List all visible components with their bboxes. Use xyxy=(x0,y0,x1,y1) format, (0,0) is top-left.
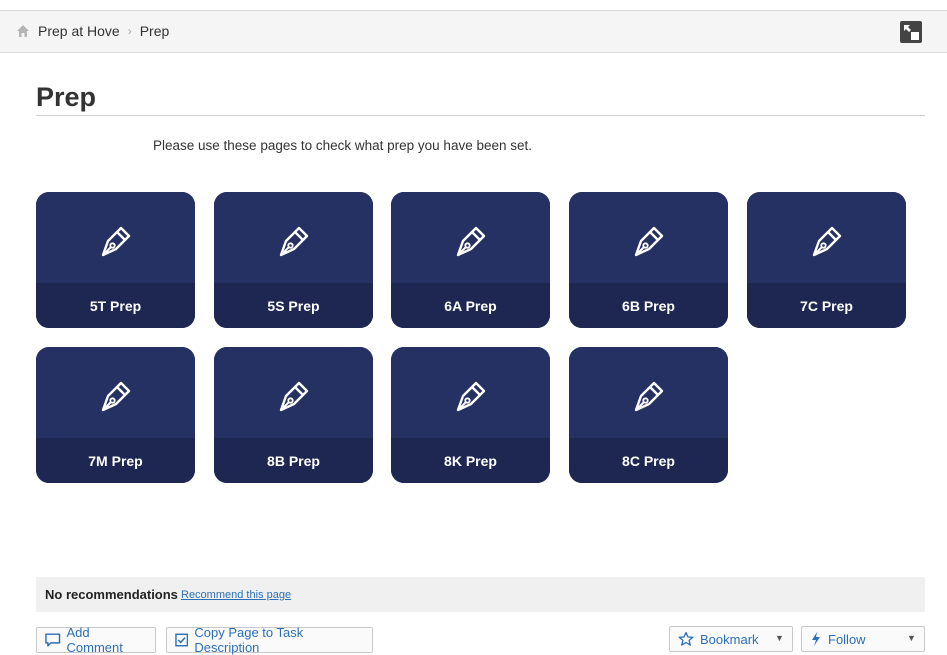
tile-7m-prep[interactable]: 7M Prep xyxy=(36,347,195,483)
tile-8c-prep[interactable]: 8C Prep xyxy=(569,347,728,483)
breadcrumb-bar: Prep at Hove › Prep xyxy=(0,11,947,53)
fountain-pen-icon xyxy=(812,226,842,257)
comment-icon xyxy=(45,633,61,647)
follow-label: Follow xyxy=(828,631,866,647)
tile-label: 6B Prep xyxy=(569,283,728,328)
fountain-pen-icon xyxy=(634,381,664,412)
fountain-pen-icon xyxy=(456,381,486,412)
tile-label: 6A Prep xyxy=(391,283,550,328)
tile-5t-prep[interactable]: 5T Prep xyxy=(36,192,195,328)
tile-label: 7M Prep xyxy=(36,438,195,483)
fountain-pen-icon xyxy=(279,381,309,412)
checkbox-icon xyxy=(175,633,189,647)
tile-8k-prep[interactable]: 8K Prep xyxy=(391,347,550,483)
add-comment-button[interactable]: Add Comment xyxy=(36,625,156,655)
tile-label: 8C Prep xyxy=(569,438,728,483)
tile-label: 5S Prep xyxy=(214,283,373,328)
bookmark-label: Bookmark xyxy=(700,631,759,647)
tile-8b-prep[interactable]: 8B Prep xyxy=(214,347,373,483)
lightning-icon xyxy=(812,632,820,646)
breadcrumb-link-prep[interactable]: Prep xyxy=(140,23,170,39)
tile-5s-prep[interactable]: 5S Prep xyxy=(214,192,373,328)
tile-label: 5T Prep xyxy=(36,283,195,328)
star-icon xyxy=(678,631,694,646)
fountain-pen-icon xyxy=(279,226,309,257)
fountain-pen-icon xyxy=(101,226,131,257)
breadcrumb-link-prep-at-hove[interactable]: Prep at Hove xyxy=(38,23,120,39)
fountain-pen-icon xyxy=(101,381,131,412)
tile-6b-prep[interactable]: 6B Prep xyxy=(569,192,728,328)
title-divider xyxy=(36,115,925,116)
fountain-pen-icon xyxy=(456,226,486,257)
tile-label: 7C Prep xyxy=(747,283,906,328)
recommendations-bar: No recommendations Recommend this page xyxy=(36,577,925,612)
copy-page-label: Copy Page to Task Description xyxy=(194,625,304,655)
tile-label: 8K Prep xyxy=(391,438,550,483)
recommendations-label: No recommendations xyxy=(45,587,178,602)
chevron-down-icon[interactable]: ▼ xyxy=(907,633,916,643)
tile-6a-prep[interactable]: 6A Prep xyxy=(391,192,550,328)
tile-7c-prep[interactable]: 7C Prep xyxy=(747,192,906,328)
page-title: Prep xyxy=(36,82,97,112)
add-comment-label: Add Comment xyxy=(66,625,123,655)
recommend-page-link[interactable]: Recommend this page xyxy=(181,589,291,601)
follow-button[interactable]: Follow ▼ xyxy=(801,626,925,652)
breadcrumb: Prep at Hove › Prep xyxy=(16,23,169,39)
bookmark-button[interactable]: Bookmark ▼ xyxy=(669,626,793,652)
copy-page-button[interactable]: Copy Page to Task Description xyxy=(166,625,373,655)
breadcrumb-separator-icon: › xyxy=(127,24,132,38)
home-icon[interactable] xyxy=(16,24,30,38)
expand-icon[interactable] xyxy=(900,21,922,43)
chevron-down-icon[interactable]: ▼ xyxy=(775,633,784,643)
fountain-pen-icon xyxy=(634,226,664,257)
tile-label: 8B Prep xyxy=(214,438,373,483)
intro-text: Please use these pages to check what pre… xyxy=(153,138,533,153)
